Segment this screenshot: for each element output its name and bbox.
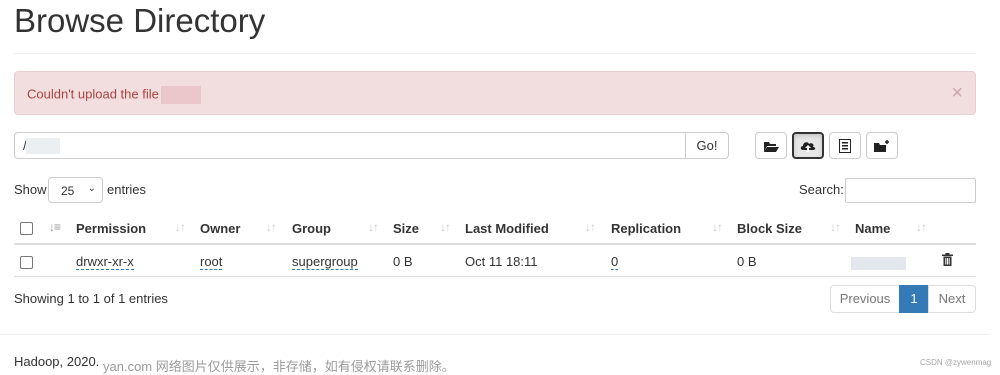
sort-icon[interactable]: ↓↑ [712,220,723,234]
show-label: Show [14,182,47,197]
cell-permission[interactable]: drwxr-xr-x [76,254,134,270]
row-divider [14,276,976,277]
cell-owner[interactable]: root [200,254,223,270]
column-group[interactable]: Group [292,221,331,236]
sort-icon[interactable]: ↓↑ [830,220,841,234]
pagination-page-1[interactable]: 1 [899,285,929,313]
cell-last-modified: Oct 11 18:11 [465,254,538,269]
sort-icon[interactable]: ↓↑ [266,220,277,234]
title-divider [14,53,976,54]
sort-icon[interactable]: ↓↑ [916,220,927,234]
column-size[interactable]: Size [393,221,419,236]
search-input[interactable] [845,178,976,203]
column-replication[interactable]: Replication [611,221,681,236]
footer-text: Hadoop, 2020. [14,354,100,369]
chevron-down-icon: ⌄ [87,183,96,194]
cell-group[interactable]: supergroup [292,254,358,270]
page-title: Browse Directory [14,2,266,39]
sort-icon[interactable]: ↓↑ [368,220,379,234]
cell-block-size: 0 B [737,254,757,269]
redacted-filename [160,86,201,104]
folder-open-icon [764,141,779,152]
search-label: Search: [799,182,844,197]
redacted-name [851,257,906,270]
list-icon [839,138,851,153]
sort-icon[interactable]: ↓↑ [440,220,451,234]
sort-icon[interactable]: ↓↑ [175,220,186,234]
trash-icon[interactable] [942,253,953,266]
go-button[interactable]: Go! [686,132,729,159]
close-icon[interactable]: × [951,82,963,105]
error-alert: Couldn't upload the file × [14,71,976,115]
cell-replication[interactable]: 0 [611,254,619,270]
new-folder-icon [874,139,889,152]
column-permission[interactable]: Permission [76,221,146,236]
upload-file-button[interactable] [792,132,824,159]
entries-label: entries [107,182,147,197]
watermark-text: yan.com 网络图片仅供展示，非存储，如有侵权请联系删除。 [103,359,455,374]
header-divider [14,243,976,245]
pagination-next[interactable]: Next [928,285,976,313]
create-directory-button[interactable] [755,132,787,159]
column-owner[interactable]: Owner [200,221,240,236]
table-info: Showing 1 to 1 of 1 entries [14,291,168,306]
alert-message-row: Couldn't upload the file [27,86,201,104]
footer-divider [0,334,990,335]
sort-icon[interactable]: ↓≡ [49,220,61,234]
directory-path-input[interactable] [14,132,686,159]
page-length-value: 25 [61,184,75,198]
redacted-path [26,138,60,154]
corner-watermark: CSDN @zywenmag [920,358,992,367]
column-block-size[interactable]: Block Size [737,221,802,236]
sort-icon[interactable]: ↓↑ [585,220,596,234]
pagination-previous[interactable]: Previous [830,285,900,313]
column-last-modified[interactable]: Last Modified [465,221,549,236]
cut-paste-button[interactable] [829,132,861,159]
column-name[interactable]: Name [855,221,890,236]
row-checkbox[interactable] [20,256,33,269]
select-all-checkbox[interactable] [20,222,33,235]
cell-size: 0 B [393,254,413,269]
page-length-select[interactable]: 25 ⌄ [48,177,103,203]
new-folder-button[interactable] [866,132,898,159]
alert-message: Couldn't upload the file [27,86,159,102]
upload-cloud-icon [800,141,816,152]
